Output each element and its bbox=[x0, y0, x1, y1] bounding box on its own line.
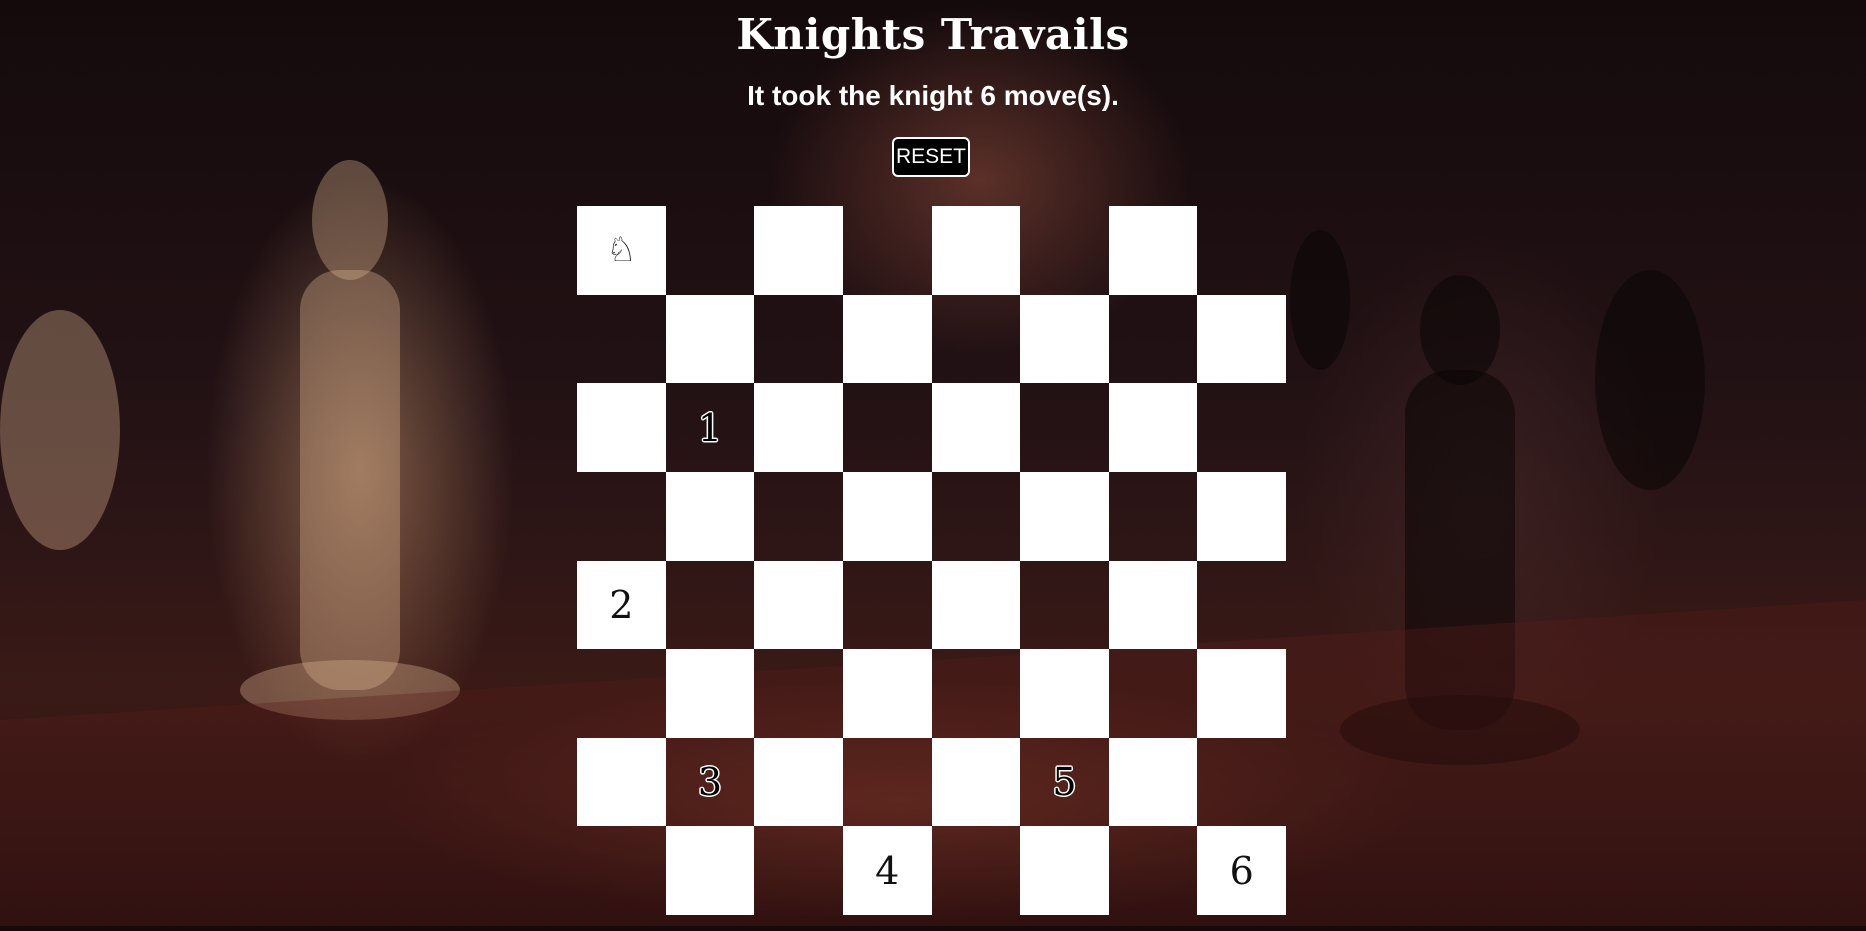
board-square[interactable] bbox=[931, 737, 1021, 827]
board-square[interactable] bbox=[577, 826, 666, 915]
board-square[interactable] bbox=[1197, 738, 1286, 827]
board-square[interactable] bbox=[1108, 383, 1198, 472]
board-square[interactable]: 2 bbox=[577, 560, 666, 650]
board-square[interactable] bbox=[1197, 649, 1286, 738]
board-square[interactable]: 3 bbox=[666, 738, 755, 827]
board-square[interactable] bbox=[577, 737, 666, 827]
board-square[interactable] bbox=[754, 472, 843, 561]
board-square[interactable] bbox=[1109, 295, 1198, 384]
board-square[interactable] bbox=[843, 738, 932, 827]
knight-icon: ♘ bbox=[606, 230, 637, 271]
board-square[interactable]: 4 bbox=[842, 826, 932, 915]
board-square[interactable] bbox=[1020, 206, 1109, 295]
board-square[interactable] bbox=[754, 737, 843, 827]
board-square[interactable] bbox=[577, 383, 666, 472]
board-square[interactable] bbox=[931, 560, 1021, 650]
board-square[interactable] bbox=[1020, 383, 1109, 472]
board-square[interactable] bbox=[1197, 561, 1286, 650]
path-step-number: 6 bbox=[1229, 848, 1254, 893]
board-square[interactable] bbox=[1197, 383, 1286, 472]
path-step-number: 2 bbox=[609, 582, 634, 627]
board-square[interactable] bbox=[932, 472, 1021, 561]
board-square[interactable] bbox=[1020, 561, 1109, 650]
board-square[interactable] bbox=[754, 826, 843, 915]
board-square[interactable] bbox=[666, 206, 755, 295]
path-step-number: 3 bbox=[697, 760, 723, 805]
board-square[interactable] bbox=[932, 295, 1021, 384]
board-square[interactable] bbox=[665, 471, 755, 561]
board-square[interactable] bbox=[665, 649, 755, 738]
board-square[interactable] bbox=[842, 649, 932, 738]
board-square[interactable] bbox=[843, 383, 932, 472]
reset-button[interactable]: RESET bbox=[892, 137, 970, 177]
board-square[interactable] bbox=[932, 826, 1021, 915]
board-square[interactable] bbox=[931, 206, 1021, 295]
board-square[interactable] bbox=[577, 649, 666, 738]
path-step-number: 1 bbox=[697, 405, 723, 450]
board-square[interactable] bbox=[1020, 294, 1109, 384]
board-square[interactable] bbox=[1108, 737, 1198, 827]
board-square[interactable] bbox=[842, 294, 932, 384]
page-title: Knights Travails bbox=[736, 10, 1130, 59]
board-square[interactable] bbox=[1197, 206, 1286, 295]
board-square[interactable]: 1 bbox=[666, 383, 755, 472]
board-square[interactable] bbox=[577, 472, 666, 561]
board-square[interactable] bbox=[666, 561, 755, 650]
board-square[interactable]: 6 bbox=[1197, 826, 1286, 915]
path-step-number: 4 bbox=[875, 848, 900, 893]
board-square[interactable] bbox=[1020, 471, 1109, 561]
board-square[interactable] bbox=[1109, 826, 1198, 915]
board-square[interactable] bbox=[665, 826, 755, 915]
board-square[interactable]: 5 bbox=[1020, 738, 1109, 827]
board-square[interactable]: ♘ bbox=[577, 206, 666, 295]
board-square[interactable] bbox=[665, 294, 755, 384]
board-square[interactable] bbox=[843, 206, 932, 295]
board-square[interactable] bbox=[754, 206, 843, 295]
board-square[interactable] bbox=[1020, 649, 1109, 738]
board-square[interactable] bbox=[931, 383, 1021, 472]
board-square[interactable] bbox=[1197, 294, 1286, 384]
board-square[interactable] bbox=[754, 383, 843, 472]
board-square[interactable] bbox=[843, 561, 932, 650]
board-square[interactable] bbox=[1197, 471, 1286, 561]
chess-board: ♘ 1 2 3 5 4 6 bbox=[577, 206, 1286, 915]
board-square[interactable] bbox=[577, 295, 666, 384]
board-square[interactable] bbox=[1020, 826, 1109, 915]
board-square[interactable] bbox=[932, 649, 1021, 738]
board-square[interactable] bbox=[1109, 649, 1198, 738]
board-square[interactable] bbox=[754, 560, 843, 650]
board-square[interactable] bbox=[842, 471, 932, 561]
board-square[interactable] bbox=[754, 649, 843, 738]
path-step-number: 5 bbox=[1052, 760, 1077, 805]
board-square[interactable] bbox=[1109, 472, 1198, 561]
board-square[interactable] bbox=[754, 295, 843, 384]
board-square[interactable] bbox=[1108, 206, 1198, 295]
moves-status: It took the knight 6 move(s). bbox=[747, 80, 1119, 111]
board-square[interactable] bbox=[1108, 560, 1198, 650]
